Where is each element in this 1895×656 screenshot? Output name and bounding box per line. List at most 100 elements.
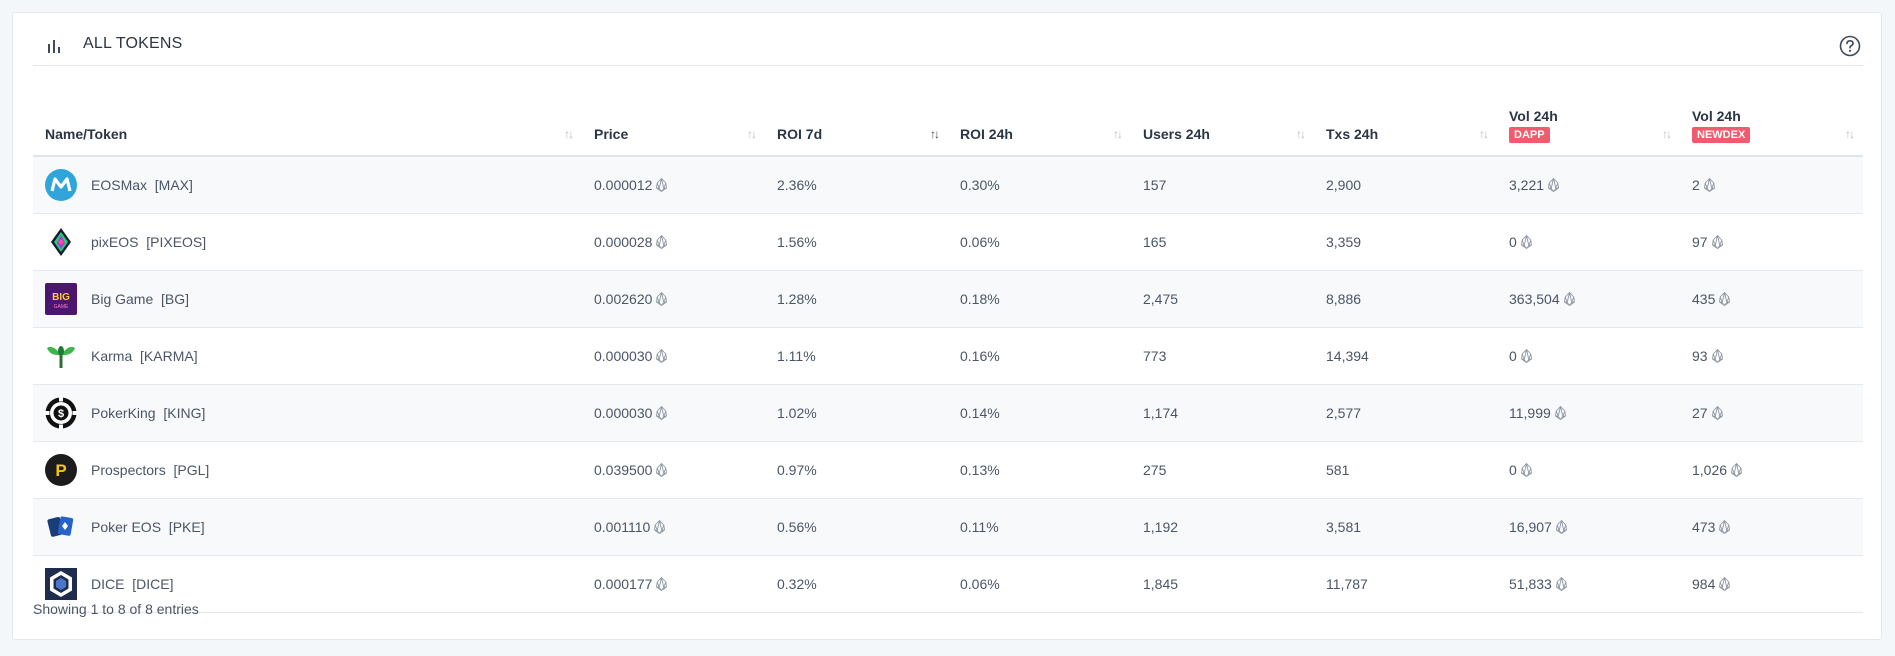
token-name-link[interactable]: Poker EOS [PKE] bbox=[91, 519, 205, 535]
table-row[interactable]: EOSMax [MAX] 0.000012 2.36% 0.30% 157 2,900 3,… bbox=[33, 156, 1863, 214]
sort-icon[interactable]: ↑↓ bbox=[1662, 127, 1672, 141]
txs-24h-cell: 3,359 bbox=[1314, 213, 1497, 271]
users-24h-cell: 1,192 bbox=[1131, 498, 1314, 556]
col-header-roi-7d[interactable]: ROI 7d ↑↓ bbox=[765, 76, 948, 157]
page-title: ALL TOKENS bbox=[83, 35, 183, 52]
col-header-roi-24h[interactable]: ROI 24h ↑↓ bbox=[948, 76, 1131, 157]
eos-icon bbox=[1719, 577, 1731, 591]
table-row[interactable]: Poker EOS [PKE] 0.001110 0.56% 0.11% 1,192 3,… bbox=[33, 498, 1863, 556]
vol-newdex-cell: 984 bbox=[1680, 555, 1863, 613]
vol-dapp-cell: 0 bbox=[1497, 213, 1680, 271]
svg-text:GAME: GAME bbox=[54, 304, 69, 310]
eos-icon bbox=[1711, 349, 1723, 363]
token-name-link[interactable]: Prospectors [PGL] bbox=[91, 462, 209, 478]
eos-icon bbox=[654, 520, 666, 534]
token-cell[interactable]: pixEOS [PIXEOS] bbox=[33, 213, 582, 271]
eos-icon bbox=[1563, 292, 1575, 306]
token-cell[interactable]: Poker EOS [PKE] bbox=[33, 498, 582, 556]
vol-newdex-cell: 27 bbox=[1680, 384, 1863, 442]
table-row[interactable]: BIG GAME Big Game [BG] 0.002620 1.28% 0.18% 2,… bbox=[33, 270, 1863, 328]
token-name-link[interactable]: Big Game [BG] bbox=[91, 291, 189, 307]
txs-24h-cell: 3,581 bbox=[1314, 498, 1497, 556]
token-cell[interactable]: BIG GAME Big Game [BG] bbox=[33, 270, 582, 328]
eos-icon bbox=[1731, 463, 1742, 477]
eos-icon bbox=[1554, 406, 1566, 420]
eos-icon bbox=[1520, 349, 1532, 363]
eos-icon bbox=[1520, 463, 1532, 477]
users-24h-cell: 2,475 bbox=[1131, 270, 1314, 328]
eos-icon bbox=[656, 235, 668, 249]
roi-7d-cell: 0.32% bbox=[765, 555, 948, 613]
table-row[interactable]: $ PokerKing [KING] 0.000030 1.02% 0.14% 1,174… bbox=[33, 384, 1863, 442]
roi-7d-cell: 1.28% bbox=[765, 270, 948, 328]
token-name-link[interactable]: EOSMax [MAX] bbox=[91, 177, 193, 193]
roi-24h-cell: 0.13% bbox=[948, 441, 1131, 499]
table-row[interactable]: DICE [DICE] 0.000177 0.32% 0.06% 1,845 11,787… bbox=[33, 555, 1863, 613]
roi-24h-cell: 0.18% bbox=[948, 270, 1131, 328]
eos-icon bbox=[656, 292, 668, 306]
roi-7d-cell: 1.56% bbox=[765, 213, 948, 271]
eos-icon bbox=[656, 178, 668, 192]
table-row[interactable]: P Prospectors [PGL] 0.039500 0.97% 0.13% 275 5… bbox=[33, 441, 1863, 499]
eos-icon bbox=[1711, 406, 1723, 420]
token-name-link[interactable]: Karma [KARMA] bbox=[91, 348, 198, 364]
col-header-vol-newdex[interactable]: Vol 24h NEWDEX ↑↓ bbox=[1680, 76, 1863, 157]
vol-dapp-cell: 363,504 bbox=[1497, 270, 1680, 328]
eos-icon bbox=[1555, 520, 1567, 534]
sort-icon[interactable]: ↑↓ bbox=[1845, 127, 1855, 141]
bar-chart-icon bbox=[48, 40, 60, 53]
table-info: Showing 1 to 8 of 8 entries bbox=[33, 601, 199, 617]
roi-7d-cell: 1.02% bbox=[765, 384, 948, 442]
token-name-link[interactable]: PokerKing [KING] bbox=[91, 405, 205, 421]
price-cell: 0.000030 bbox=[582, 327, 765, 385]
sort-icon[interactable]: ↑↓ bbox=[564, 127, 574, 141]
txs-24h-cell: 2,900 bbox=[1314, 156, 1497, 214]
table-row[interactable]: pixEOS [PIXEOS] 0.000028 1.56% 0.06% 165 3,35… bbox=[33, 213, 1863, 271]
col-header-price[interactable]: Price ↑↓ bbox=[582, 76, 765, 157]
eos-icon bbox=[1703, 178, 1715, 192]
vol-dapp-cell: 0 bbox=[1497, 441, 1680, 499]
table-row[interactable]: Karma [KARMA] 0.000030 1.11% 0.16% 773 14,394… bbox=[33, 327, 1863, 385]
token-cell[interactable]: EOSMax [MAX] bbox=[33, 156, 582, 214]
svg-text:$: $ bbox=[58, 408, 64, 420]
vol-dapp-cell: 11,999 bbox=[1497, 384, 1680, 442]
txs-24h-cell: 14,394 bbox=[1314, 327, 1497, 385]
sort-desc-icon[interactable]: ↑↓ bbox=[930, 127, 940, 141]
sort-icon[interactable]: ↑↓ bbox=[1113, 127, 1123, 141]
token-cell[interactable]: P Prospectors [PGL] bbox=[33, 441, 582, 499]
vol-dapp-cell: 3,221 bbox=[1497, 156, 1680, 214]
vol-newdex-cell: 97 bbox=[1680, 213, 1863, 271]
token-cell[interactable]: $ PokerKing [KING] bbox=[33, 384, 582, 442]
svg-text:P: P bbox=[55, 461, 66, 480]
sort-icon[interactable]: ↑↓ bbox=[747, 127, 757, 141]
users-24h-cell: 1,174 bbox=[1131, 384, 1314, 442]
users-24h-cell: 157 bbox=[1131, 156, 1314, 214]
eos-icon bbox=[1555, 577, 1567, 591]
vol-newdex-cell: 1,026 bbox=[1680, 441, 1863, 499]
txs-24h-cell: 581 bbox=[1314, 441, 1497, 499]
col-header-txs-24h[interactable]: Txs 24h ↑↓ bbox=[1314, 76, 1497, 157]
roi-24h-cell: 0.11% bbox=[948, 498, 1131, 556]
col-header-name-token[interactable]: Name/Token ↑↓ bbox=[33, 76, 582, 157]
roi-24h-cell: 0.06% bbox=[948, 555, 1131, 613]
help-icon[interactable] bbox=[1839, 35, 1861, 57]
eos-icon bbox=[656, 349, 668, 363]
eos-icon bbox=[1719, 520, 1731, 534]
vol-dapp-cell: 0 bbox=[1497, 327, 1680, 385]
price-cell: 0.039500 bbox=[582, 441, 765, 499]
all-tokens-panel: ALL TOKENS Name/Token ↑↓ Price ↑↓ ROI 7d ↑↓… bbox=[12, 12, 1882, 640]
vol-newdex-cell: 93 bbox=[1680, 327, 1863, 385]
col-header-users-24h[interactable]: Users 24h ↑↓ bbox=[1131, 76, 1314, 157]
sort-icon[interactable]: ↑↓ bbox=[1479, 127, 1489, 141]
token-name-link[interactable]: pixEOS [PIXEOS] bbox=[91, 234, 206, 250]
txs-24h-cell: 2,577 bbox=[1314, 384, 1497, 442]
col-header-vol-dapp[interactable]: Vol 24h DAPP ↑↓ bbox=[1497, 76, 1680, 157]
roi-7d-cell: 0.56% bbox=[765, 498, 948, 556]
price-cell: 0.001110 bbox=[582, 498, 765, 556]
sort-icon[interactable]: ↑↓ bbox=[1296, 127, 1306, 141]
token-cell[interactable]: Karma [KARMA] bbox=[33, 327, 582, 385]
eosmax-logo bbox=[45, 169, 91, 201]
vol-newdex-cell: 473 bbox=[1680, 498, 1863, 556]
eos-icon bbox=[1520, 235, 1532, 249]
token-name-link[interactable]: DICE [DICE] bbox=[91, 576, 173, 592]
